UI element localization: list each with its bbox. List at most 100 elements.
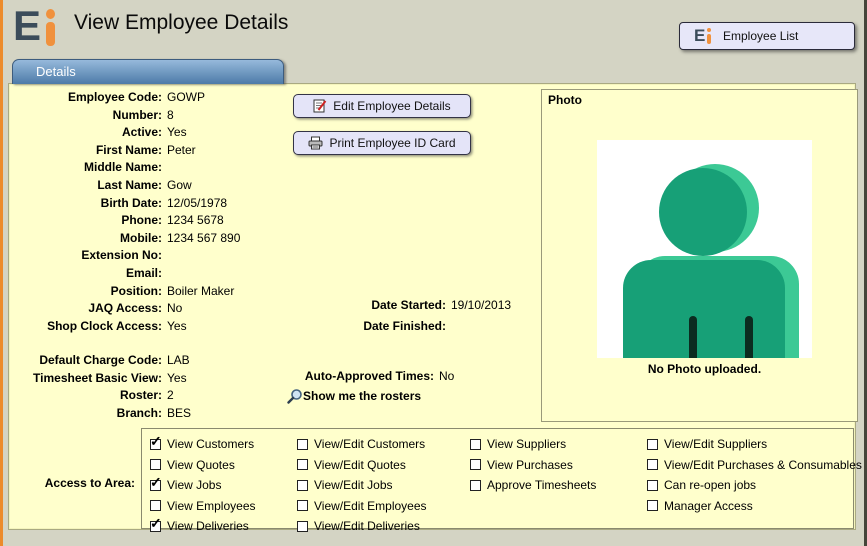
window-left-border: [0, 0, 3, 546]
photo-panel: Photo No Photo uploaded.: [541, 89, 858, 422]
checkbox-view-edit-deliveries[interactable]: View/Edit Deliveries: [297, 516, 427, 537]
checkbox-view-suppliers[interactable]: View Suppliers: [470, 434, 596, 455]
field-label: Timesheet Basic View:: [9, 370, 167, 388]
field-label: Shop Clock Access:: [9, 318, 167, 336]
access-column-3: View Suppliers View Purchases Approve Ti…: [470, 434, 596, 496]
field-value: Yes: [167, 124, 187, 142]
checkbox-box: [647, 500, 658, 511]
employee-fields-group1: Employee Code:GOWP Number:8 Active:Yes F…: [9, 89, 240, 335]
field-label: Active:: [9, 124, 167, 142]
date-started-row: Date Started:19/10/2013: [293, 298, 511, 319]
date-finished-row: Date Finished:: [293, 319, 511, 340]
field-value: 1234 567 890: [167, 230, 240, 248]
field-label: Phone:: [9, 212, 167, 230]
checkbox-view-deliveries[interactable]: ✓ View Deliveries: [150, 516, 256, 537]
checkbox-view-edit-customers[interactable]: View/Edit Customers: [297, 434, 427, 455]
tab-details[interactable]: Details: [12, 59, 284, 84]
logo-i-dot: [46, 9, 55, 19]
field-label: Email:: [9, 265, 167, 283]
auto-approved-label: Auto-Approved Times:: [293, 369, 439, 383]
field-value: BES: [167, 405, 191, 423]
checkbox-view-edit-quotes[interactable]: View/Edit Quotes: [297, 455, 427, 476]
checkbox-box: [470, 480, 481, 491]
access-to-area-label: Access to Area:: [9, 476, 135, 490]
field-label: Branch:: [9, 405, 167, 423]
checkbox-box: [470, 439, 481, 450]
checkbox-label: Manager Access: [664, 499, 753, 513]
checkbox-box: ✓: [150, 521, 161, 532]
show-rosters-link[interactable]: Show me the rosters: [287, 388, 421, 404]
checkbox-view-customers[interactable]: ✓ View Customers: [150, 434, 256, 455]
field-value: LAB: [167, 352, 190, 370]
field-label: Last Name:: [9, 177, 167, 195]
show-rosters-label: Show me the rosters: [303, 389, 421, 403]
checkbox-label: View/Edit Purchases & Consumables: [664, 458, 862, 472]
edit-employee-details-button[interactable]: Edit Employee Details: [293, 94, 471, 118]
checkbox-box: [297, 439, 308, 450]
checkbox-label: View/Edit Employees: [314, 499, 427, 513]
checkbox-label: View Jobs: [167, 478, 221, 492]
field-row: Roster:2: [9, 387, 191, 405]
auto-approved-value: No: [439, 369, 454, 383]
field-label: First Name:: [9, 142, 167, 160]
field-row: Timesheet Basic View:Yes: [9, 370, 191, 388]
field-row: Branch:BES: [9, 405, 191, 423]
field-row: Position:Boiler Maker: [9, 283, 240, 301]
field-value: GOWP: [167, 89, 205, 107]
auto-approved-row: Auto-Approved Times:No: [293, 369, 454, 383]
printer-icon: [308, 136, 323, 150]
edit-icon: [313, 99, 327, 113]
edit-button-label: Edit Employee Details: [333, 99, 450, 113]
field-label: Middle Name:: [9, 159, 167, 177]
checkbox-approve-timesheets[interactable]: Approve Timesheets: [470, 475, 596, 496]
person-arm-gap-right: [745, 316, 753, 358]
field-label: JAQ Access:: [9, 300, 167, 318]
field-row: Extension No:: [9, 247, 240, 265]
checkbox-label: Can re-open jobs: [664, 478, 756, 492]
field-row: Mobile:1234 567 890: [9, 230, 240, 248]
field-row: JAQ Access:No: [9, 300, 240, 318]
field-row: Birth Date:12/05/1978: [9, 195, 240, 213]
checkbox-view-jobs[interactable]: ✓ View Jobs: [150, 475, 256, 496]
checkbox-view-edit-suppliers[interactable]: View/Edit Suppliers: [647, 434, 862, 455]
checkbox-view-purchases[interactable]: View Purchases: [470, 455, 596, 476]
checkbox-box: [647, 439, 658, 450]
checkbox-label: Approve Timesheets: [487, 478, 596, 492]
checkbox-view-employees[interactable]: View Employees: [150, 496, 256, 517]
field-value: Yes: [167, 318, 187, 336]
person-arm-gap-left: [689, 316, 697, 358]
field-row: First Name:Peter: [9, 142, 240, 160]
field-value: Yes: [167, 370, 187, 388]
checkbox-view-quotes[interactable]: View Quotes: [150, 455, 256, 476]
checkbox-box: ✓: [150, 480, 161, 491]
field-label: Number:: [9, 107, 167, 125]
checkbox-label: View Deliveries: [167, 519, 249, 533]
date-started-value: 19/10/2013: [451, 298, 511, 312]
field-value: 12/05/1978: [167, 195, 227, 213]
access-checkbox-group: ✓ View Customers View Quotes ✓ View Jobs V…: [141, 428, 854, 529]
checkbox-box: [647, 480, 658, 491]
checkbox-view-edit-employees[interactable]: View/Edit Employees: [297, 496, 427, 517]
check-mark: ✓: [150, 434, 162, 448]
field-row: Email:: [9, 265, 240, 283]
field-value: Boiler Maker: [167, 283, 234, 301]
mini-logo-e: E: [694, 26, 705, 46]
checkbox-label: View/Edit Suppliers: [664, 437, 767, 451]
checkbox-can-reopen-jobs[interactable]: Can re-open jobs: [647, 475, 862, 496]
checkbox-view-edit-purchases-consumables[interactable]: View/Edit Purchases & Consumables: [647, 455, 862, 476]
check-mark: ✓: [150, 516, 162, 530]
field-row: Employee Code:GOWP: [9, 89, 240, 107]
person-head: [659, 168, 747, 256]
checkbox-manager-access[interactable]: Manager Access: [647, 496, 862, 517]
employee-list-icon: E: [694, 28, 716, 45]
checkbox-label: View Customers: [167, 437, 254, 451]
checkbox-view-edit-jobs[interactable]: View/Edit Jobs: [297, 475, 427, 496]
employee-list-button[interactable]: E Employee List: [679, 22, 855, 50]
photo-panel-title: Photo: [548, 93, 582, 107]
field-label: Extension No:: [9, 247, 167, 265]
field-value: Gow: [167, 177, 192, 195]
print-employee-id-card-button[interactable]: Print Employee ID Card: [293, 131, 471, 155]
date-finished-label: Date Finished:: [293, 319, 451, 334]
check-mark: ✓: [150, 475, 162, 489]
window: E View Employee Details E Employee List …: [0, 0, 867, 546]
